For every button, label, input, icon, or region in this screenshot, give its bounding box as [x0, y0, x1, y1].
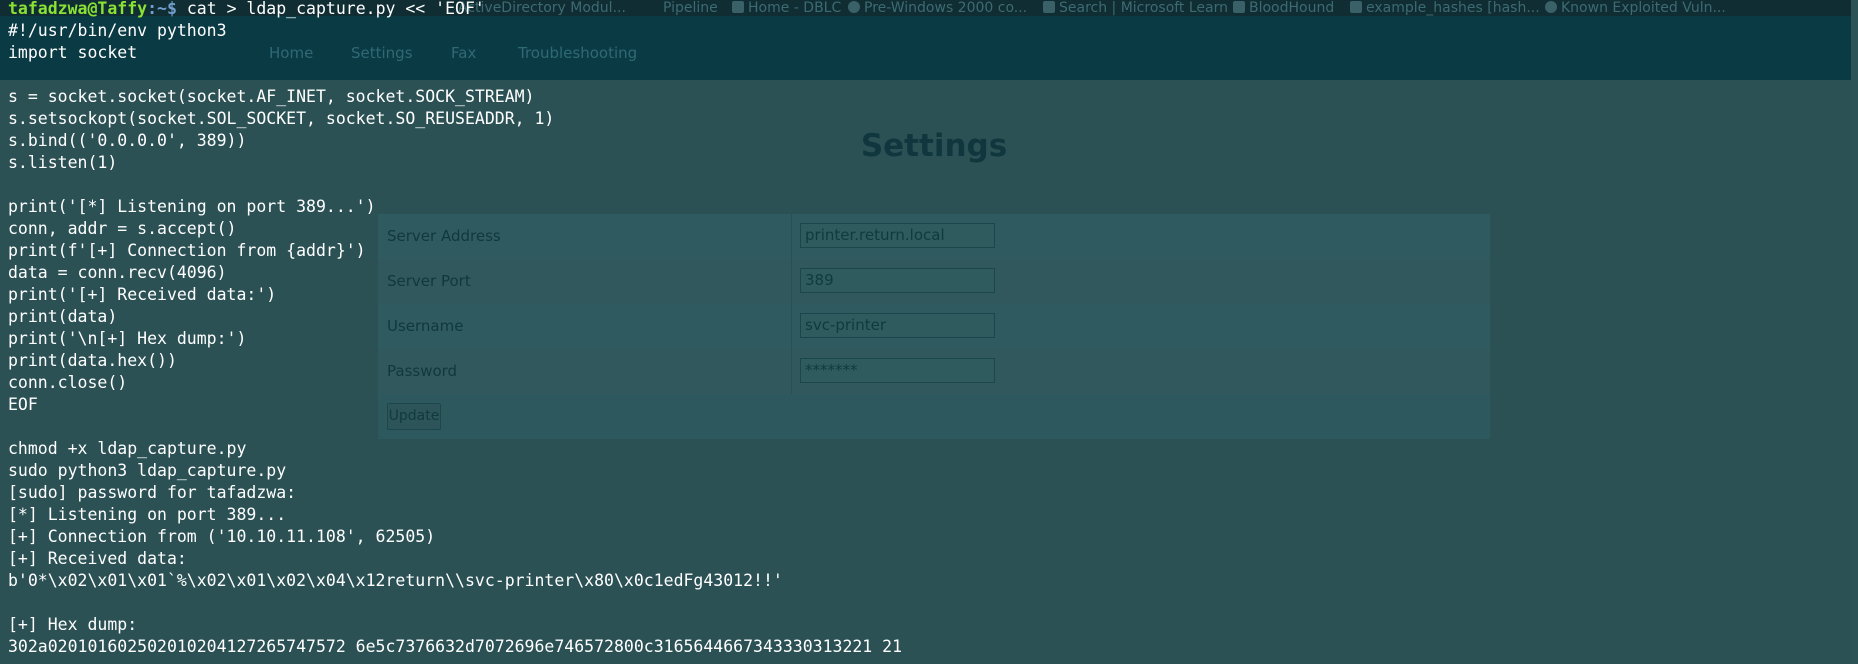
terminal-line: [+] Received data:	[8, 549, 187, 568]
terminal-line: [*] Listening on port 389...	[8, 505, 287, 524]
terminal-prompt-line: tafadzwa@Taffy:~$ cat > ldap_capture.py …	[8, 0, 485, 20]
terminal-line: print('\n[+] Hex dump:')	[8, 329, 247, 348]
prompt-command: cat > ldap_capture.py << 'EOF'	[186, 0, 485, 18]
terminal-line: conn, addr = s.accept()	[8, 219, 237, 238]
terminal-line: s.bind(('0.0.0.0', 389))	[8, 131, 247, 150]
terminal-line: print('[*] Listening on port 389...')	[8, 197, 376, 216]
terminal-line: s = socket.socket(socket.AF_INET, socket…	[8, 87, 535, 106]
terminal-line: 302a020101602502010204127265747572 6e5c7…	[8, 637, 903, 656]
terminal-line: #!/usr/bin/env python3	[8, 21, 227, 40]
terminal-line: [+] Hex dump:	[8, 615, 138, 634]
terminal-line: b'0*\x02\x01\x01`%\x02\x01\x02\x04\x12re…	[8, 571, 783, 590]
terminal-line: [+] Connection from ('10.10.11.108', 625…	[8, 527, 436, 546]
terminal-line: EOF	[8, 395, 38, 414]
terminal-line: print('[+] Received data:')	[8, 285, 277, 304]
terminal-line: s.setsockopt(socket.SOL_SOCKET, socket.S…	[8, 109, 555, 128]
terminal-window[interactable]: tafadzwa@Taffy:~$ cat > ldap_capture.py …	[0, 0, 1858, 664]
terminal-line: s.listen(1)	[8, 153, 118, 172]
terminal-line: print(data.hex())	[8, 351, 177, 370]
prompt-user: tafadzwa@Taffy	[8, 0, 148, 18]
terminal-line: import socket	[8, 43, 138, 62]
terminal-line: data = conn.recv(4096)	[8, 263, 227, 282]
terminal-line: conn.close()	[8, 373, 128, 392]
terminal-line: print(data)	[8, 307, 118, 326]
terminal-line: [sudo] password for tafadzwa:	[8, 483, 297, 502]
prompt-separator: :~$	[147, 0, 187, 18]
desktop-screen: ActiveDirectory Modul... Pipeline Home -…	[0, 0, 1858, 664]
terminal-line: chmod +x ldap_capture.py	[8, 439, 247, 458]
terminal-line: print(f'[+] Connection from {addr}')	[8, 241, 366, 260]
terminal-line: sudo python3 ldap_capture.py	[8, 461, 287, 480]
